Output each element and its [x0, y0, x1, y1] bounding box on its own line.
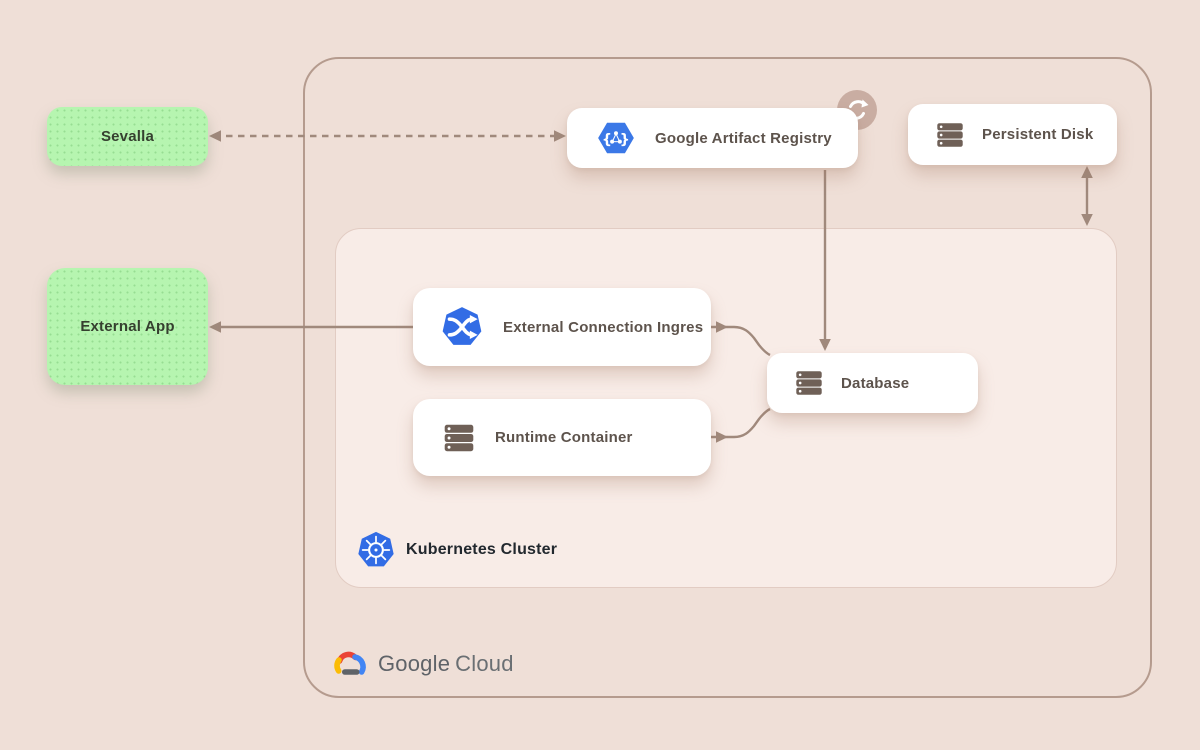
- artifact-registry-hexagon-icon: { }: [595, 117, 637, 159]
- node-ingress-label: External Connection Ingres: [503, 319, 703, 336]
- node-runtime-container-label: Runtime Container: [495, 429, 633, 446]
- server-stack-icon: [441, 420, 477, 456]
- svg-text:}: }: [620, 132, 630, 148]
- node-external-app-label: External App: [80, 318, 174, 335]
- kubernetes-cluster-label: Kubernetes Cluster: [355, 529, 557, 571]
- node-artifact-registry-label: Google Artifact Registry: [655, 130, 832, 147]
- arrowhead: [209, 130, 221, 142]
- server-stack-icon: [934, 119, 966, 151]
- kubernetes-cluster-text: Kubernetes Cluster: [406, 541, 557, 559]
- node-external-app: External App: [47, 268, 208, 385]
- kubernetes-ingress-icon: [439, 304, 485, 350]
- node-artifact-registry: { } Google Artifact Registry: [567, 108, 858, 168]
- node-persistent-disk-label: Persistent Disk: [982, 126, 1093, 143]
- kubernetes-wheel-icon: [355, 529, 397, 571]
- node-ingress: External Connection Ingres: [413, 288, 711, 366]
- google-cloud-logo: GoogleCloud: [330, 647, 514, 681]
- node-runtime-container: Runtime Container: [413, 399, 711, 476]
- node-sevalla-label: Sevalla: [101, 128, 154, 145]
- arrowhead: [209, 321, 221, 333]
- google-cloud-icon: [330, 647, 370, 681]
- google-cloud-wordmark: GoogleCloud: [378, 651, 514, 677]
- node-sevalla: Sevalla: [47, 107, 208, 166]
- node-persistent-disk: Persistent Disk: [908, 104, 1117, 165]
- svg-text:{: {: [602, 132, 612, 148]
- node-database-label: Database: [841, 375, 909, 392]
- server-stack-icon: [793, 367, 825, 399]
- cloud-wordmark: Cloud: [455, 651, 513, 676]
- google-wordmark: Google: [378, 651, 450, 676]
- node-database: Database: [767, 353, 978, 413]
- diagram-canvas: Sevalla External App { } Google Artifact…: [0, 0, 1200, 750]
